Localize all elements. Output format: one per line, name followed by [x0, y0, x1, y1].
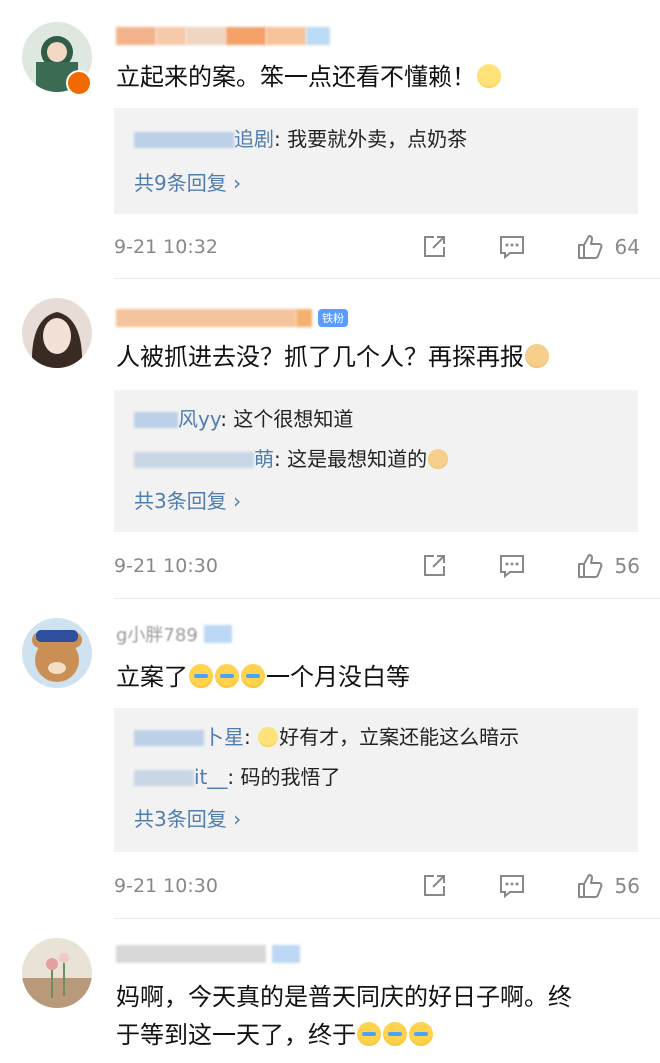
reply-username[interactable]: 卜星	[204, 725, 244, 749]
crying-emoji-icon	[383, 1022, 407, 1046]
comment-text: 立起来的案。笨一点还看不懂赖！	[116, 58, 630, 96]
like-count: 64	[614, 235, 640, 259]
like-count: 56	[614, 554, 640, 578]
timestamp: 9-21 10:30	[114, 555, 218, 577]
share-icon[interactable]	[419, 232, 449, 262]
like-icon[interactable]	[575, 551, 605, 581]
crying-emoji-icon	[357, 1022, 381, 1046]
reply-line: it__: 码的我悟了	[134, 762, 341, 792]
reply-line: 卜星: 好有才，立案还能这么暗示	[134, 722, 519, 752]
share-icon[interactable]	[419, 871, 449, 901]
username[interactable]	[116, 942, 300, 966]
crying-emoji-icon	[189, 664, 213, 688]
reply-line: 萌: 这是最想知道的	[134, 444, 449, 474]
crying-emoji-icon	[241, 664, 265, 688]
crying-emoji-icon	[409, 1022, 433, 1046]
comment-icon[interactable]	[497, 232, 527, 262]
comment-meta: 9-21 10:30 56	[114, 866, 640, 906]
verified-badge-icon	[66, 70, 92, 96]
divider	[114, 278, 660, 279]
avatar[interactable]	[22, 938, 92, 1008]
grinning-emoji-icon	[258, 727, 279, 747]
comment-meta: 9-21 10:32 64	[114, 227, 640, 267]
comment-text: 立案了 一个月没白等	[116, 663, 410, 691]
view-all-replies-link[interactable]: 共3条回复 ›	[134, 804, 241, 834]
username[interactable]: 铁粉	[116, 306, 348, 330]
divider	[114, 598, 660, 599]
comment-meta: 9-21 10:30 56	[114, 546, 640, 586]
timestamp: 9-21 10:32	[114, 236, 218, 258]
share-icon[interactable]	[419, 551, 449, 581]
view-all-replies-link[interactable]: 共3条回复 ›	[134, 486, 241, 516]
comment-text: 人被抓进去没？抓了几个人？再探再报	[116, 338, 630, 376]
reply-line: 风yy: 这个很想知道	[134, 404, 353, 434]
reply-username[interactable]: 追剧	[234, 127, 274, 151]
avatar[interactable]	[22, 298, 92, 368]
avatar[interactable]	[22, 618, 92, 688]
username-text: g小胖789	[116, 625, 198, 646]
reply-preview[interactable]: 卜星: 好有才，立案还能这么暗示 it__: 码的我悟了 共3条回复 ›	[114, 708, 638, 852]
reply-preview[interactable]: 风yy: 这个很想知道 萌: 这是最想知道的 共3条回复 ›	[114, 390, 638, 532]
reply-username[interactable]: 萌	[254, 447, 274, 471]
divider	[114, 918, 660, 919]
like-count: 56	[614, 874, 640, 898]
crying-emoji-icon	[215, 664, 239, 688]
like-icon[interactable]	[575, 871, 605, 901]
comment-icon[interactable]	[497, 871, 527, 901]
doge-emoji-icon	[428, 449, 449, 469]
comment-icon[interactable]	[497, 551, 527, 581]
reply-line: 追剧: 我要就外卖，点奶茶	[134, 124, 467, 154]
view-all-replies-link[interactable]: 共9条回复 ›	[134, 168, 241, 198]
laughing-emoji-icon	[477, 64, 501, 88]
reply-preview[interactable]: 追剧: 我要就外卖，点奶茶 共9条回复 ›	[114, 108, 638, 214]
username[interactable]	[116, 24, 330, 48]
doge-emoji-icon	[525, 344, 549, 368]
comment-text: 妈啊，今天真的是普天同庆的好日子啊。终 于等到这一天了，终于	[116, 983, 572, 1049]
reply-username[interactable]: 风yy	[178, 407, 220, 431]
reply-username[interactable]: it__	[194, 765, 227, 789]
timestamp: 9-21 10:30	[114, 875, 218, 897]
like-icon[interactable]	[575, 232, 605, 262]
fan-badge: 铁粉	[318, 309, 348, 327]
username[interactable]: g小胖789	[116, 622, 232, 646]
